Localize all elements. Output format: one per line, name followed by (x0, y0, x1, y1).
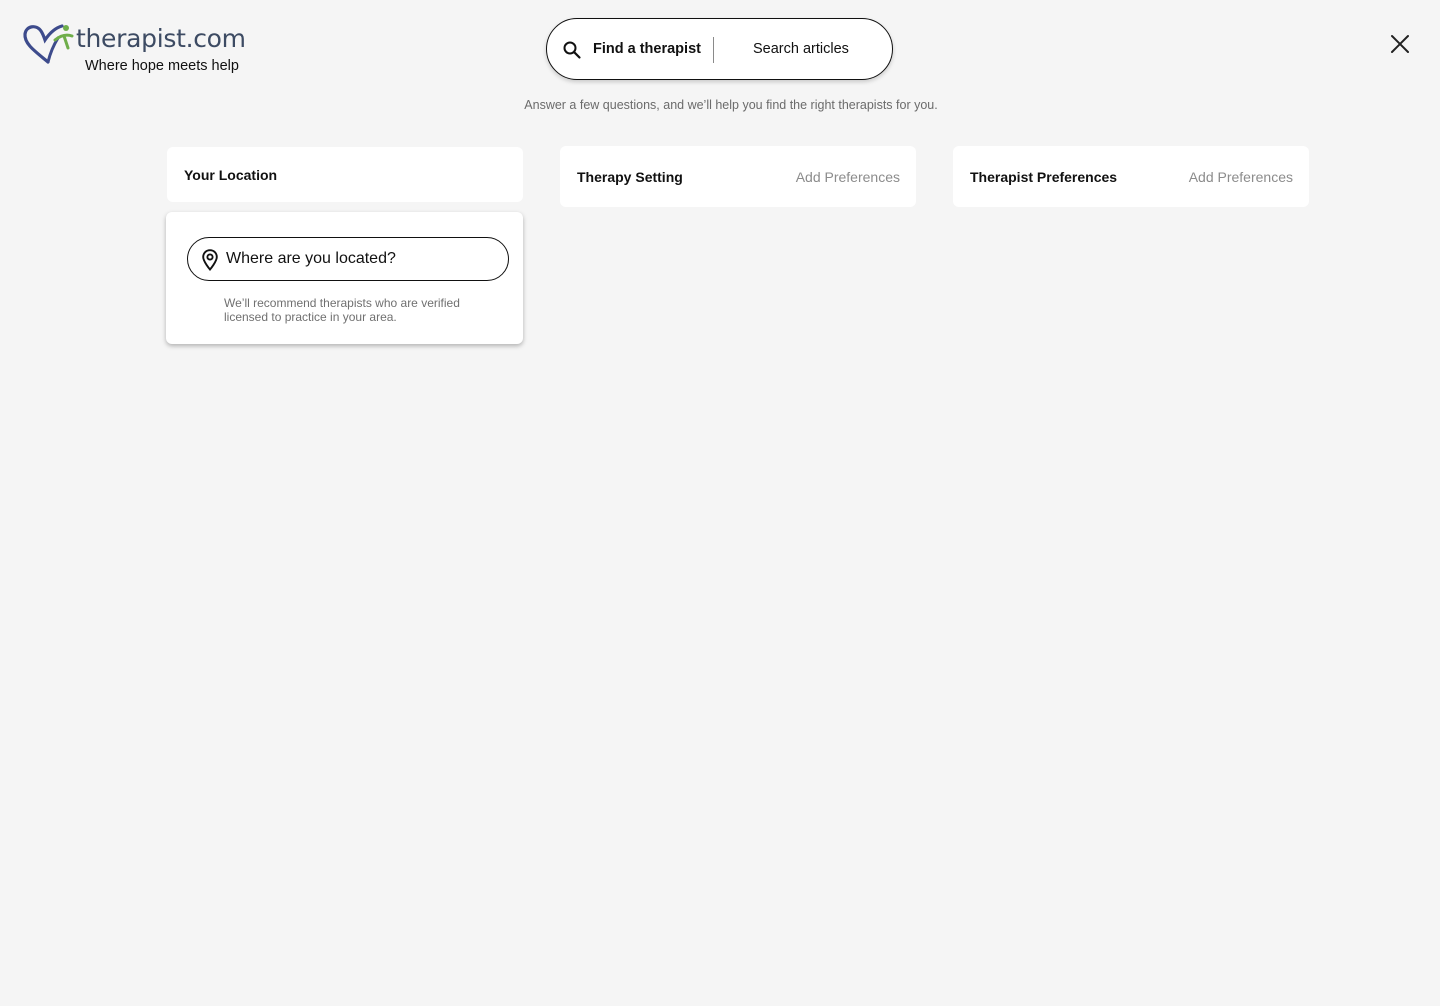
step-title: Therapist Preferences (970, 168, 1118, 185)
logo-wordmark: therapist.com (76, 24, 246, 53)
location-panel: We’ll recommend therapists who are verif… (166, 212, 523, 344)
step-title: Your Location (184, 166, 278, 183)
close-button[interactable] (1386, 30, 1414, 58)
tab-search-articles[interactable]: Search articles (753, 41, 849, 57)
tab-find-therapist[interactable]: Find a therapist (593, 41, 701, 57)
search-icon[interactable] (562, 40, 582, 65)
close-icon (1391, 35, 1409, 53)
step-card-therapist-preferences[interactable]: Therapist Preferences Add Preferences (953, 146, 1309, 207)
site-logo[interactable]: therapist.com Where hope meets help (10, 18, 250, 74)
step-title: Therapy Setting (577, 168, 683, 185)
location-help-text: We’ll recommend therapists who are verif… (224, 296, 460, 324)
add-preferences-link[interactable]: Add Preferences (796, 169, 900, 185)
location-pin-icon (202, 249, 218, 276)
location-input[interactable] (226, 246, 498, 272)
location-input-wrapper[interactable] (187, 237, 509, 281)
search-bar: Find a therapist Search articles (546, 18, 893, 80)
logo-heart-icon (23, 24, 74, 64)
intro-subtitle: Answer a few questions, and we’ll help y… (524, 98, 938, 112)
step-card-location[interactable]: Your Location (167, 147, 523, 202)
page: therapist.com Where hope meets help Find… (0, 0, 1440, 1006)
step-card-therapy-setting[interactable]: Therapy Setting Add Preferences (560, 146, 916, 207)
logo-tagline: Where hope meets help (85, 58, 239, 74)
search-divider (713, 37, 714, 63)
add-preferences-link[interactable]: Add Preferences (1189, 169, 1293, 185)
